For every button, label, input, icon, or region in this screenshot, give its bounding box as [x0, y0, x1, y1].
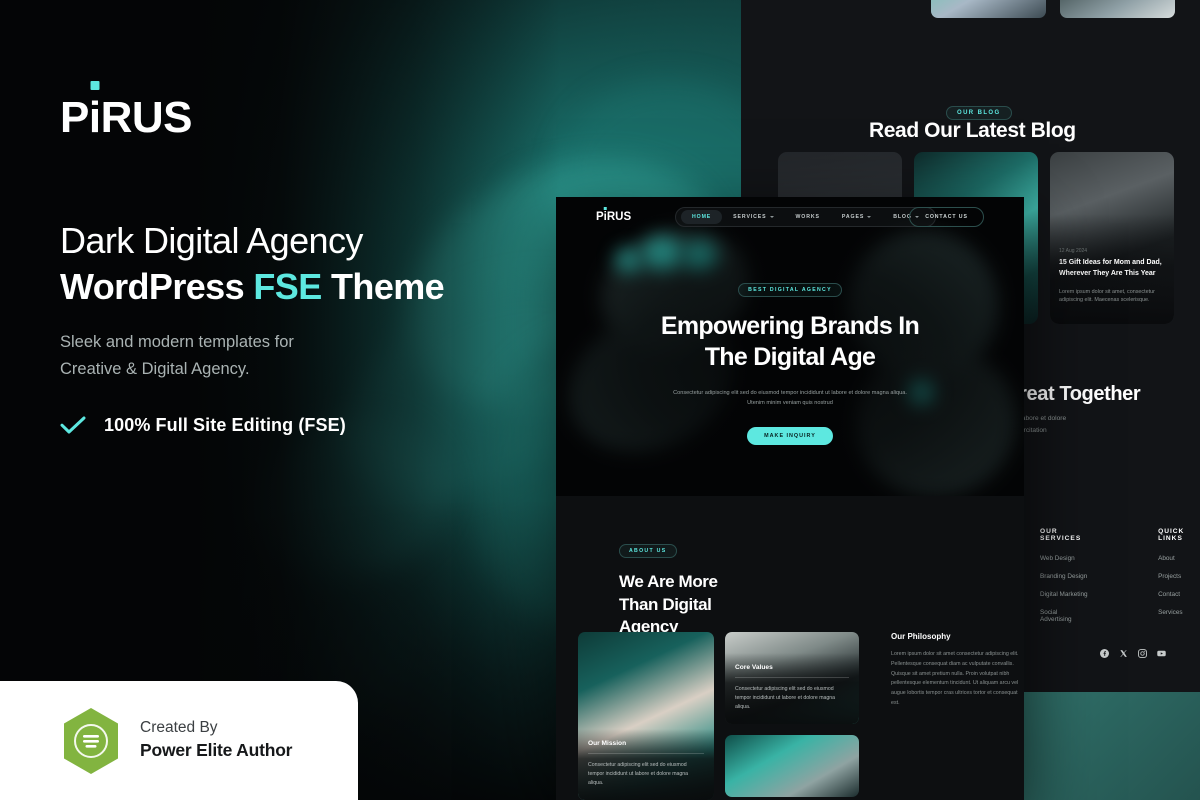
brand-logo: Pi RUS: [60, 81, 530, 142]
core-values-card-text: Consectetur adipiscing elit sed do eiusm…: [735, 686, 836, 711]
headline-line1: Dark Digital Agency: [60, 220, 363, 261]
blog-section-title: Read Our Latest Blog: [869, 119, 1076, 142]
headline-wordpress: WordPress: [60, 265, 254, 307]
footer-columns: OUR SERVICES Web Design Branding Design …: [1040, 528, 1200, 634]
promo-banner: OUR BLOG Read Our Latest Blog 12 Aug 202…: [0, 0, 1200, 800]
power-elite-badge: Created By Power Elite Author: [0, 681, 358, 800]
mission-card-text: Consectetur adipiscing elit sed do eiusm…: [588, 762, 689, 787]
about-title: We Are More Than Digital Agency: [619, 571, 1024, 639]
footer-link[interactable]: Web Design: [1040, 555, 1088, 562]
x-twitter-icon[interactable]: [1119, 645, 1128, 657]
footer-link[interactable]: Social Advertising: [1040, 609, 1088, 623]
mockup-hero: Pi RUS HOME SERVICES WORKS PAGES BLOG CON…: [556, 197, 1024, 496]
team-photo: [1060, 0, 1175, 18]
divider: [588, 753, 704, 755]
footer-link[interactable]: Digital Marketing: [1040, 591, 1088, 598]
footer-heading: OUR SERVICES: [1040, 528, 1082, 542]
about-photo-watch: Our Mission Consectetur adipiscing elit …: [578, 632, 714, 800]
blog-badge-label: OUR BLOG: [946, 106, 1012, 120]
make-inquiry-button[interactable]: MAKE INQUIRY: [747, 426, 833, 445]
feature-item: 100% Full Site Editing (FSE): [60, 415, 530, 436]
about-title-line1: We Are More: [619, 572, 718, 591]
teal-accent-block: [1021, 684, 1200, 800]
cta-title: Great Together: [1004, 383, 1141, 405]
philosophy-text: Lorem ipsum dolor sit amet consectetur a…: [891, 651, 1019, 706]
footer-link[interactable]: Projects: [1158, 573, 1200, 580]
headline-theme: Theme: [321, 265, 445, 307]
logo-char-i: i: [88, 93, 101, 142]
about-title-line2: Than Digital: [619, 594, 712, 614]
promo-copy: Pi RUS Dark Digital Agency WordPress FSE …: [60, 81, 530, 436]
core-values-card: Core Values Consectetur adipiscing elit …: [725, 653, 859, 724]
blog-card-date: 12 Aug 2024: [1059, 248, 1088, 254]
blog-card-title: 15 Gift Ideas for Mom and Dad, Wherever …: [1059, 259, 1162, 277]
headline-fse-accent: FSE: [253, 265, 322, 307]
blog-card-description: Lorem ipsum dolor sit amet, consectetur …: [1059, 289, 1155, 304]
check-icon: [60, 416, 86, 434]
about-photo-keyboard: [725, 735, 859, 797]
logo-char-rus: RUS: [100, 93, 193, 142]
hero-title-line1: Empowering Brands In: [660, 312, 920, 340]
feature-label: 100% Full Site Editing (FSE): [104, 414, 346, 435]
subtitle-line2: Creative & Digital Agency.: [60, 360, 250, 379]
subtitle-line1: Sleek and modern templates for: [60, 333, 294, 352]
logo-accent-dot: [90, 81, 100, 90]
page-title: Dark Digital Agency WordPress FSE Theme: [60, 218, 530, 309]
hero-title-line2: The Digital Age: [704, 342, 876, 371]
about-badge: ABOUT US: [619, 544, 677, 558]
footer-column-services: OUR SERVICES Web Design Branding Design …: [1040, 528, 1088, 634]
blog-card[interactable]: 12 Aug 2024 15 Gift Ideas for Mom and Da…: [1050, 152, 1174, 324]
mockup-about-section: ABOUT US We Are More Than Digital Agency: [556, 496, 1024, 639]
mission-card: Our Mission Consectetur adipiscing elit …: [578, 729, 714, 800]
envato-elite-icon: [64, 707, 118, 774]
facebook-icon[interactable]: [1100, 645, 1109, 658]
hero-badge: BEST DIGITAL AGENCY: [738, 283, 842, 297]
page-subtitle: Sleek and modern templates for Creative …: [60, 329, 530, 382]
philosophy-block: Our Philosophy Lorem ipsum dolor sit ame…: [891, 632, 1024, 709]
footer-column-quick-links: QUICK LINKS About Projects Contact Servi…: [1158, 528, 1200, 634]
mission-card-title: Our Mission: [588, 740, 627, 748]
team-photo: [931, 0, 1046, 18]
philosophy-title: Our Philosophy: [891, 632, 951, 641]
footer-heading: QUICK LINKS: [1158, 528, 1185, 542]
core-values-card-title: Core Values: [735, 664, 773, 672]
instagram-icon[interactable]: [1138, 645, 1147, 658]
logo-char-p: P: [60, 93, 89, 142]
footer-link[interactable]: Contact: [1158, 591, 1200, 598]
about-content-grid: Our Mission Consectetur adipiscing elit …: [578, 632, 1018, 800]
youtube-icon[interactable]: [1157, 645, 1166, 657]
homepage-mockup: Pi RUS HOME SERVICES WORKS PAGES BLOG CON…: [556, 197, 1024, 800]
mockup-hero-title: Empowering Brands In The Digital Age: [660, 311, 920, 372]
footer-link[interactable]: About: [1158, 555, 1200, 562]
team-photo-strip: [931, 0, 1175, 18]
mockup-hero-paragraph: Consectetur adipiscing elit sed do eiusm…: [673, 390, 907, 407]
blog-section-badge: OUR BLOG: [946, 101, 1012, 120]
footer-link[interactable]: Services: [1158, 609, 1200, 616]
footer-link[interactable]: Branding Design: [1040, 573, 1088, 580]
divider: [735, 677, 849, 679]
social-links: [1100, 645, 1166, 658]
badge-author-level: Power Elite Author: [140, 740, 293, 761]
badge-created-by: Created By: [140, 719, 218, 737]
about-photo-shoe: Core Values Consectetur adipiscing elit …: [725, 632, 859, 724]
